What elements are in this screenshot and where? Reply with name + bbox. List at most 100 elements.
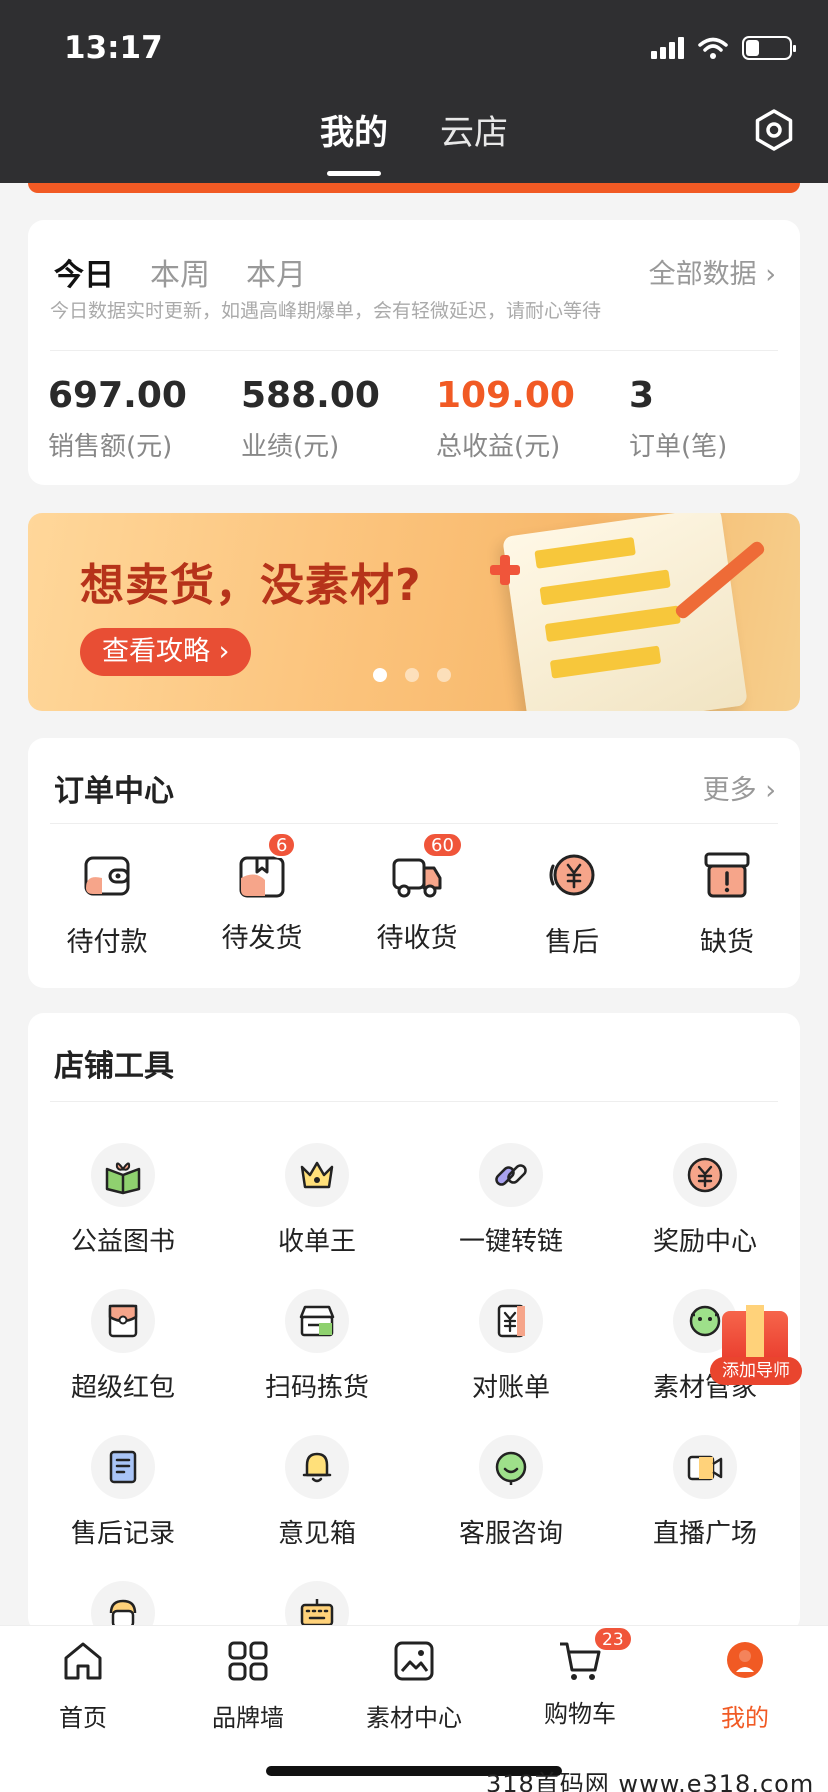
settings-icon[interactable] [752,108,796,152]
order-label: 缺货 [700,927,754,958]
order-after-sales[interactable]: 售后 [507,848,637,959]
stat-value: 109.00 [436,375,575,416]
tool-one-click-link[interactable]: 一键转链 [416,1143,606,1258]
nav-label: 首页 [59,1704,107,1732]
nav-material-center[interactable]: 素材中心 [354,1638,474,1733]
cart-count-badge: 23 [593,1626,633,1652]
stat-label: 总收益(元) [436,432,561,462]
bill-icon [497,1304,525,1338]
nav-mine[interactable]: 我的 [685,1638,805,1733]
add-mentor-label: 添加导师 [710,1357,802,1385]
plus-decoration-icon [490,555,520,585]
tool-label: 直播广场 [652,1519,757,1549]
nav-label: 品牌墙 [212,1704,284,1732]
carousel-dots [373,668,451,682]
order-center-card: 订单中心 更多 › 待付款 6 待发货 60 待收货 售后 缺货 [28,738,800,988]
stat-value: 588.00 [241,375,380,416]
truck-icon-wrap: 60 [390,832,463,902]
tool-customer-service[interactable]: 客服咨询 [416,1435,606,1550]
tool-icon-bg [673,1435,737,1499]
bell-icon [302,1452,332,1483]
tab-this-month[interactable]: 本月 [246,250,306,294]
count-badge: 60 [422,832,463,858]
stat-orders[interactable]: 3 订单(笔) [629,375,727,463]
stat-label: 销售额(元) [48,432,173,462]
order-label: 待付款 [66,927,148,958]
order-label: 售后 [545,927,599,958]
crown-icon [300,1161,334,1189]
order-label: 待发货 [221,923,303,954]
tool-scan-pick[interactable]: 扫码拣货 [222,1289,412,1404]
tool-statement[interactable]: 对账单 [416,1289,606,1404]
watermark-text: 318首码网 www.e318.com [486,1770,815,1792]
out-of-stock-icon [704,852,750,898]
wifi-icon [698,37,728,59]
stats-card: 今日 本周 本月 全部数据 › 今日数据实时更新，如遇高峰期爆单，会有轻微延迟，… [28,220,800,485]
tool-super-red-packet[interactable]: 超级红包 [28,1289,218,1404]
banner-cta-button[interactable]: 查看攻略 › [80,628,252,676]
tool-icon-bg [479,1289,543,1353]
tab-cloud-store[interactable]: 云店 [440,105,508,154]
order-out-of-stock[interactable]: 缺货 [662,848,792,959]
tool-icon-bg [91,1289,155,1353]
stat-sales[interactable]: 697.00 销售额(元) [48,375,187,463]
yuan-refund-icon [549,854,595,896]
nav-cart[interactable]: 23 购物车 [520,1626,640,1729]
red-packet-icon [108,1304,138,1338]
header-accent-strip [28,183,800,193]
live-camera-icon [687,1455,723,1481]
stat-label: 订单(笔) [629,432,728,462]
tool-label: 意见箱 [277,1519,356,1549]
divider [50,350,778,351]
carousel-dot[interactable] [405,668,419,682]
carousel-dot[interactable] [437,668,451,682]
stat-performance[interactable]: 588.00 业绩(元) [241,375,380,463]
add-mentor-float-button[interactable]: 添加导师 [710,1305,802,1385]
nav-label: 购物车 [544,1700,616,1728]
more-link[interactable]: 更多 › [703,768,776,807]
order-pending-receipt[interactable]: 60 待收货 [352,832,482,955]
store-tools-card: 店铺工具 公益图书 收单王 一键转链 奖励中心 超级红包 扫码拣货 对账单 素材… [28,1013,800,1645]
tool-live-square[interactable]: 直播广场 [610,1435,800,1550]
order-pending-shipment[interactable]: 6 待发货 [197,832,327,955]
record-icon [109,1450,137,1484]
order-pending-payment[interactable]: 待付款 [42,848,172,959]
divider [50,823,778,824]
status-icons [651,36,796,60]
nav-label: 素材中心 [366,1704,462,1732]
profile-icon [727,1642,763,1678]
tool-label: 对账单 [471,1373,550,1403]
count-badge: 6 [267,832,297,858]
image-icon [394,1641,434,1681]
tab-mine[interactable]: 我的 [320,105,388,176]
tool-suggestion-box[interactable]: 意见箱 [222,1435,412,1550]
tool-after-sales-records[interactable]: 售后记录 [28,1435,218,1550]
promo-banner[interactable]: 想卖货，没素材? 查看攻略 › [28,513,800,711]
customer-service-icon [495,1451,527,1485]
stat-total-earnings[interactable]: 109.00 总收益(元) [436,375,575,463]
grid-icon [228,1641,268,1681]
reward-icon [687,1157,723,1193]
tool-label: 扫码拣货 [264,1373,369,1403]
all-data-link[interactable]: 全部数据 › [649,252,776,291]
nav-label: 我的 [721,1704,769,1732]
tool-icon-bg [479,1143,543,1207]
cart-icon-wrap: 23 [557,1626,633,1684]
notepad-illustration [502,513,748,711]
carousel-dot[interactable] [373,668,387,682]
nav-brand-wall[interactable]: 品牌墙 [188,1638,308,1733]
tool-charity-books[interactable]: 公益图书 [28,1143,218,1258]
tab-this-week[interactable]: 本周 [150,250,210,294]
status-time: 13:17 [64,30,163,66]
tool-icon-bg [285,1435,349,1499]
tool-label: 奖励中心 [652,1227,757,1257]
tool-reward-center[interactable]: 奖励中心 [610,1143,800,1258]
stat-value: 697.00 [48,375,187,416]
signal-icon [651,37,684,59]
tool-icon-bg [479,1435,543,1499]
order-label: 待收货 [376,923,458,954]
nav-home[interactable]: 首页 [23,1638,143,1733]
tool-label: 客服咨询 [458,1519,563,1549]
tab-today[interactable]: 今日 [54,250,114,294]
tool-order-king[interactable]: 收单王 [222,1143,412,1258]
